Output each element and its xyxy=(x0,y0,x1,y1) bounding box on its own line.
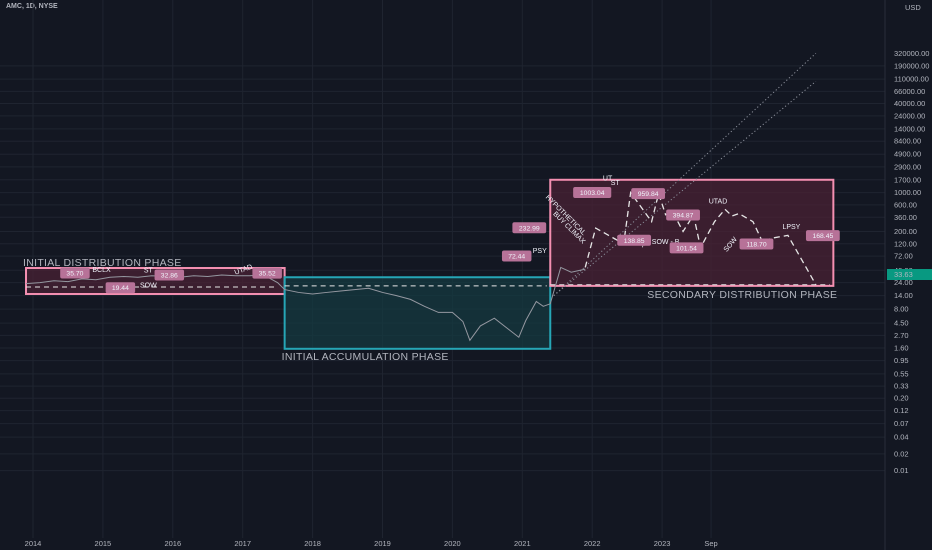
x-tick-label: 2014 xyxy=(25,539,42,548)
y-tick-label: 4900.00 xyxy=(894,150,921,159)
price-label-box: 959.84 xyxy=(631,188,666,200)
y-tick-label: 600.00 xyxy=(894,200,917,209)
y-tick-label: 0.33 xyxy=(894,382,909,391)
y-tick-label: 24000.00 xyxy=(894,111,925,120)
price-label-text: 394.87 xyxy=(673,213,694,220)
price-label-text: 1003.04 xyxy=(580,190,605,197)
x-tick-label: 2021 xyxy=(514,539,531,548)
price-label-box: 394.87 xyxy=(666,209,700,221)
price-label-text: 101.54 xyxy=(676,245,697,252)
y-tick-label: 0.55 xyxy=(894,369,909,378)
y-tick-label-top: 320000.00 xyxy=(894,49,929,58)
currency-label: USD xyxy=(905,3,921,12)
y-tick-label: 2.70 xyxy=(894,331,909,340)
y-tick-label: 0.02 xyxy=(894,449,909,458)
annotation-label: PSY xyxy=(533,248,547,255)
price-label-box: 72.44 xyxy=(501,250,532,262)
y-tick-label: 1.60 xyxy=(894,344,909,353)
y-tick-label: 40000.00 xyxy=(894,99,925,108)
price-label-box: 1003.04 xyxy=(573,187,612,199)
y-tick-label: 0.01 xyxy=(894,466,909,475)
price-label-text: 35.70 xyxy=(66,271,83,278)
y-tick-label: 0.12 xyxy=(894,406,909,415)
annotation-label: SOW xyxy=(140,283,157,290)
y-tick-label: 360.00 xyxy=(894,213,917,222)
price-label-text: 138.85 xyxy=(624,238,645,245)
x-tick-label: 2023 xyxy=(654,539,671,548)
y-tick-label: 200.00 xyxy=(894,227,917,236)
x-tick-label: 2016 xyxy=(164,539,181,548)
y-tick-label: 110000.00 xyxy=(894,75,929,84)
x-tick-label: Sep xyxy=(704,539,717,548)
y-tick-label: 190000.00 xyxy=(894,61,929,70)
price-label-box: 32.86 xyxy=(154,269,185,281)
phase-label: INITIAL ACCUMULATION PHASE xyxy=(282,351,449,363)
price-chart[interactable]: INITIAL DISTRIBUTION PHASEINITIAL ACCUMU… xyxy=(0,0,932,550)
y-tick-label: 0.95 xyxy=(894,356,909,365)
annotation-label: BCLX xyxy=(92,267,111,274)
price-label-text: 232.99 xyxy=(519,225,540,232)
y-tick-label: 8.00 xyxy=(894,305,909,314)
price-label-text: 168.45 xyxy=(812,233,833,240)
y-tick-label: 66000.00 xyxy=(894,87,925,96)
phase-box xyxy=(283,276,552,350)
annotation-label: UT xyxy=(603,176,613,183)
price-label-box: 35.52 xyxy=(252,267,282,279)
price-label-text: 32.86 xyxy=(161,273,178,280)
y-tick-label: 2900.00 xyxy=(894,162,921,171)
y-tick-label: 0.04 xyxy=(894,433,909,442)
y-tick-label: 14.00 xyxy=(894,291,913,300)
y-tick-label: 1000.00 xyxy=(894,188,921,197)
y-tick-label: 120.00 xyxy=(894,239,917,248)
annotation-label: LPSY xyxy=(782,224,800,231)
annotation-label: UTAD xyxy=(709,198,728,205)
price-label-box: 19.44 xyxy=(105,282,136,294)
x-tick-label: 2022 xyxy=(584,539,601,548)
price-label-box: 118.70 xyxy=(739,238,774,250)
x-tick-label: 2019 xyxy=(374,539,391,548)
y-tick-label: 8400.00 xyxy=(894,137,921,146)
time-axis[interactable]: 2014 2015 2016 2017 2018 2019 2020 2021 2022 2023… xyxy=(25,539,718,548)
price-label-box: 138.85 xyxy=(617,234,652,246)
price-label-box: 168.45 xyxy=(805,230,840,242)
x-tick-label: 2015 xyxy=(95,539,112,548)
y-tick-label: 4.50 xyxy=(894,319,909,328)
x-tick-label: 2020 xyxy=(444,539,461,548)
current-price-label: 33.63 xyxy=(894,270,913,279)
price-label-box: 35.70 xyxy=(60,267,90,279)
y-tick-label: 72.00 xyxy=(894,252,913,261)
price-label-box: 101.54 xyxy=(669,242,704,254)
y-tick-label: 0.07 xyxy=(894,419,909,428)
price-label-text: 118.70 xyxy=(746,242,767,249)
y-tick-label: 14000.00 xyxy=(894,124,925,133)
price-label-text: 35.52 xyxy=(259,271,276,278)
phase-label: SECONDARY DISTRIBUTION PHASE xyxy=(647,289,837,301)
price-label-text: 72.44 xyxy=(508,253,525,260)
x-tick-label: 2018 xyxy=(304,539,321,548)
annotation-label: ST xyxy=(144,268,154,275)
price-label-text: 19.44 xyxy=(112,285,129,292)
y-tick-label: 1700.00 xyxy=(894,175,921,184)
price-label-text: 959.84 xyxy=(638,191,659,198)
price-label-box: 232.99 xyxy=(512,222,547,234)
x-tick-label: 2017 xyxy=(234,539,251,548)
price-axis[interactable]: 190000.00 110000.00 66000.00 40000.00 24000.… xyxy=(884,0,932,550)
y-tick-label: 0.20 xyxy=(894,394,909,403)
